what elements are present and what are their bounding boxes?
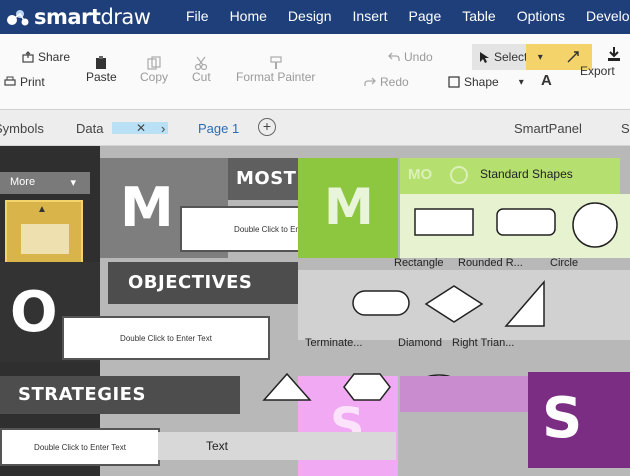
most-title-block[interactable]: MOST [228,158,298,200]
scroll-up-icon[interactable]: ▲ [37,204,47,215]
strategies-text-box[interactable]: Double Click to Enter Text [0,428,160,466]
scissors-icon [195,56,208,70]
diamond-shape-icon[interactable] [424,284,484,324]
shape-button[interactable]: Shape ▾ [448,75,524,89]
share-button[interactable]: Share [22,50,70,64]
rounded-rectangle-shape-icon[interactable] [496,208,556,238]
share-icon [22,51,34,63]
text-tool-button[interactable]: A [541,72,552,89]
objectives-text-box[interactable]: Double Click to Enter Text [62,316,270,360]
terminator-label: Terminate... [305,337,363,349]
top-bar: smartdraw File Home Design Insert Page T… [0,0,630,34]
square-shape-icon [448,76,460,88]
diamond-label: Diamond [398,337,443,349]
rounded-rectangle-label: Rounded R... [458,257,523,269]
tab-page-1[interactable]: Page 1 [198,121,239,136]
shapes-row-1 [400,194,630,258]
menu-options[interactable]: Options [517,8,565,24]
right-triangle-label: Right Trian... [452,337,515,349]
menu-file[interactable]: File [186,8,209,24]
rectangle-shape-icon[interactable] [414,208,474,238]
menu-home[interactable]: Home [230,8,267,24]
undo-icon [388,52,400,61]
menu-design[interactable]: Design [288,8,332,24]
export-button[interactable]: Export [580,64,615,78]
paste-icon [96,56,107,69]
paintbrush-icon [270,56,282,69]
green-m-block[interactable]: M [298,158,398,258]
tab-smartpanel[interactable]: SmartPanel [514,121,582,136]
redo-icon [364,77,376,86]
faded-most-text: MO [408,166,433,183]
ribbon-toolbar: Share Print Paste Copy Cut Format Painte… [0,34,630,110]
objectives-title-block[interactable]: OBJECTIVES [108,262,298,304]
copy-icon [147,56,161,70]
expand-icon [450,166,468,184]
copy-button[interactable]: Copy [140,56,168,84]
strategies-faded-header [400,376,528,412]
purple-s-letter: S [542,386,583,451]
main-menu: File Home Design Insert Page Table Optio… [186,8,630,24]
terminator-shape-icon[interactable] [352,290,410,318]
purple-s-block[interactable]: S [528,372,630,468]
shapes-row-2 [298,270,630,340]
strategies-title-block[interactable]: STRATEGIES [0,376,240,414]
app-logo[interactable]: smartdraw [6,5,151,29]
hexagon-shape-icon[interactable] [342,372,392,402]
rectangle-label: Rectangle [394,257,444,269]
logo-text: smartdraw [34,5,151,29]
green-m-letter: M [324,178,374,236]
circle-label: Circle [550,257,579,269]
select-button[interactable]: Select [472,44,534,70]
tab-data[interactable]: Data [76,121,103,136]
paste-button[interactable]: Paste [86,56,117,84]
menu-develop[interactable]: Develo [586,8,630,24]
connector-tool-icon [567,51,579,63]
tab-s[interactable]: S [621,121,630,136]
add-page-icon[interactable]: + [258,118,276,136]
menu-insert[interactable]: Insert [353,8,388,24]
cursor-arrow-icon [480,52,489,63]
triangle-shape-icon[interactable] [262,372,312,402]
tab-scroll-right-icon[interactable]: › [161,121,165,136]
more-dropdown[interactable]: More ▾ [0,172,90,194]
tab-symbols[interactable]: Symbols [0,121,44,136]
standard-shapes-header[interactable]: Standard Shapes MO [400,158,620,194]
format-painter-button[interactable]: Format Painter [236,56,315,84]
smartdraw-logo-icon [7,10,29,26]
undo-button[interactable]: Undo [388,50,433,64]
print-button[interactable]: Print [4,75,45,89]
chevron-down-icon: ▾ [537,51,543,63]
redo-button[interactable]: Redo [364,75,409,89]
chevron-down-icon: ▾ [518,76,524,88]
chevron-down-icon: ▾ [70,177,76,189]
circle-shape-icon[interactable] [570,200,620,250]
panel-tabs-row: Symbols Data ✕ › Page 1 + SmartPanel S [0,110,630,146]
menu-table[interactable]: Table [462,8,495,24]
cut-button[interactable]: Cut [192,56,211,84]
right-triangle-shape-icon[interactable] [504,280,548,328]
print-icon [4,76,16,86]
close-tab-icon[interactable]: ✕ [136,121,146,135]
text-shape-item[interactable]: Text [158,432,396,460]
download-icon[interactable] [606,46,622,62]
menu-page[interactable]: Page [409,8,442,24]
thumbnail-block [21,224,69,254]
